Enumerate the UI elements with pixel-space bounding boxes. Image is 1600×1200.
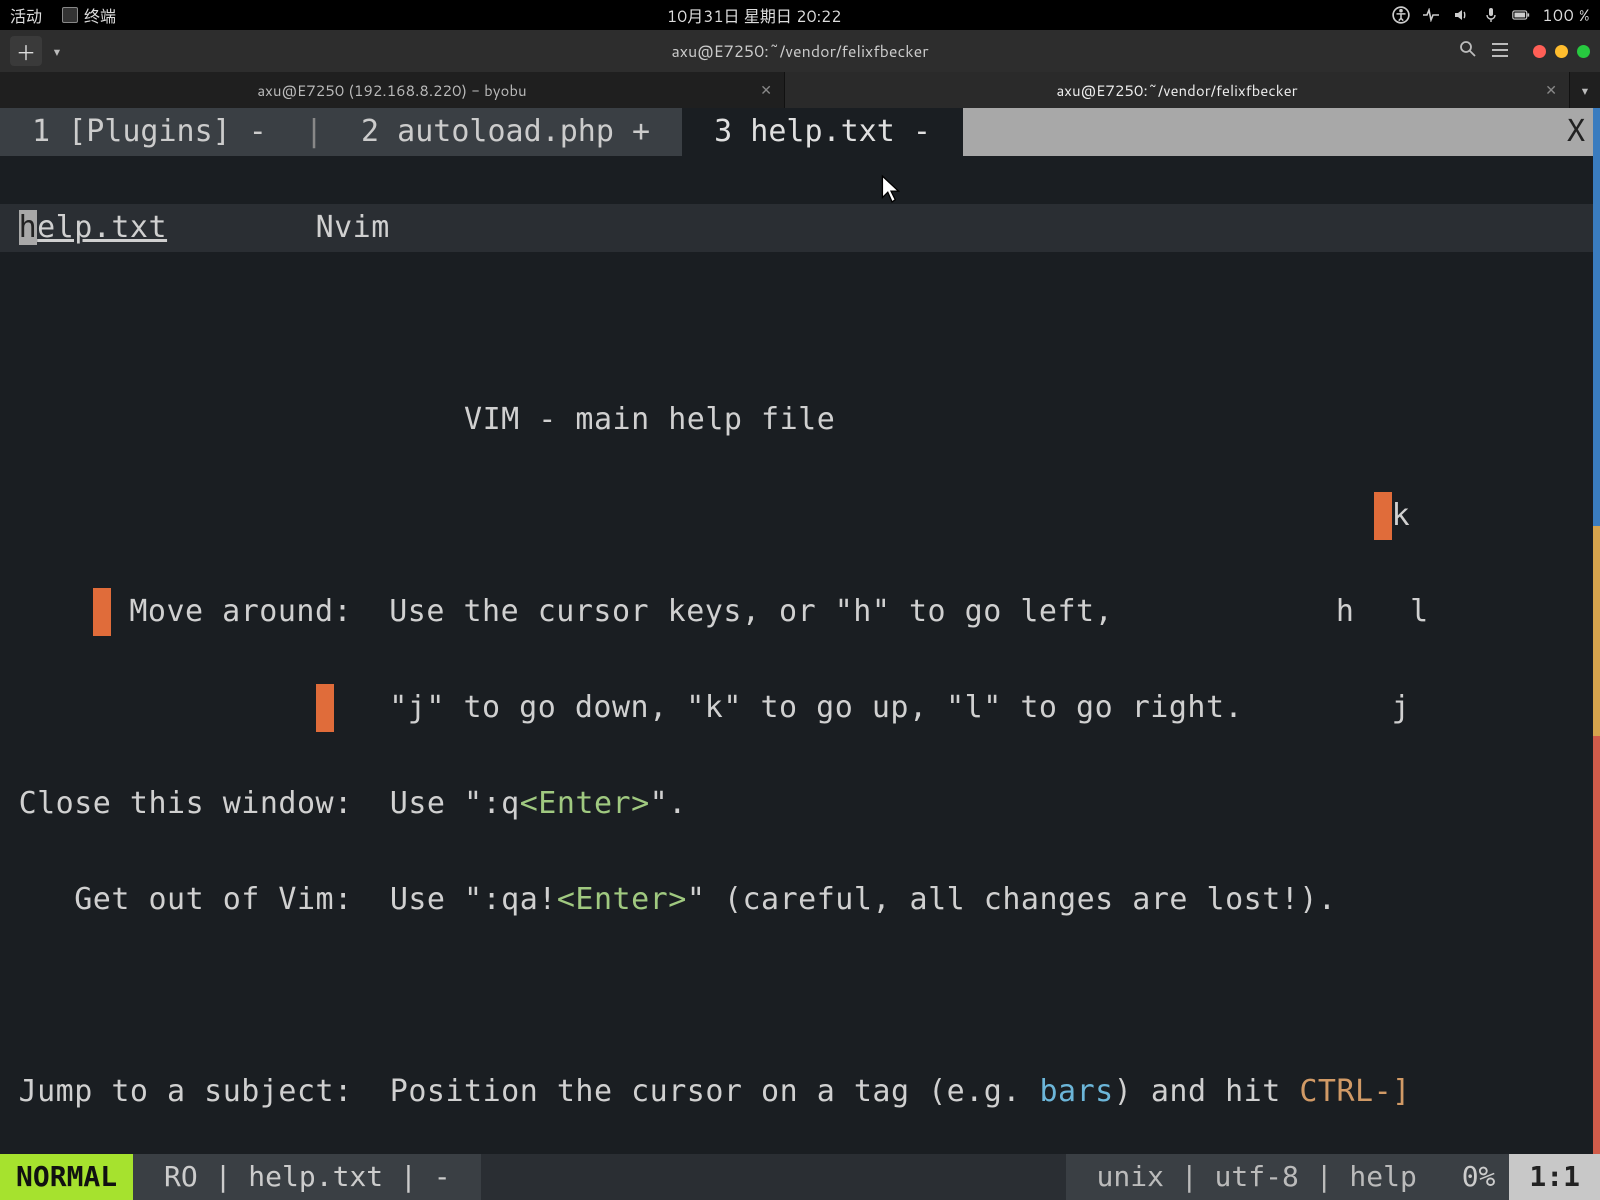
ctrl-bracket-key: CTRL-] xyxy=(1299,1074,1410,1109)
filename-line: help.txt Nvim xyxy=(0,204,1600,252)
get-out-label: Get out of Vim: xyxy=(74,882,352,917)
new-tab-button[interactable]: ＋ xyxy=(10,36,42,66)
nav-h: h xyxy=(1336,594,1355,629)
vim-tabline: 1 [Plugins] - | 2 autoload.php + 3 help.… xyxy=(0,108,1600,156)
enter-key: <Enter> xyxy=(520,786,650,821)
vim-tab-3[interactable]: 3 help.txt - xyxy=(682,108,963,156)
maximize-window-button[interactable] xyxy=(1577,45,1590,58)
terminal-app-icon xyxy=(62,7,78,23)
minimap-seg-blue xyxy=(1593,108,1600,526)
terminal-tab-1-label: axu@E7250 (192.168.8.220) - byobu xyxy=(257,80,526,101)
get-out-suffix: " (careful, all changes are lost!). xyxy=(687,882,1337,917)
current-app-label: 终端 xyxy=(84,3,116,28)
move-around-label: Move around: xyxy=(129,594,352,629)
minimap-seg-red xyxy=(1593,736,1600,1154)
terminal-tab-bar: axu@E7250 (192.168.8.220) - byobu ✕ axu@… xyxy=(0,72,1600,108)
terminal-tab-2-label: axu@E7250:~/vendor/felixfbecker xyxy=(1056,80,1297,101)
hamburger-menu-icon[interactable] xyxy=(1491,42,1509,61)
mic-icon[interactable] xyxy=(1482,6,1500,24)
editor-name: Nvim xyxy=(316,210,390,245)
buffer-content: help.txt Nvim VIM - main help file |k | … xyxy=(0,156,1600,1200)
volume-icon[interactable] xyxy=(1452,6,1470,24)
conceal-marker: | xyxy=(316,684,334,732)
jump-subject-text-2: ) and hit xyxy=(1114,1074,1300,1109)
editor-viewport[interactable]: 1 [Plugins] - | 2 autoload.php + 3 help.… xyxy=(0,108,1600,1200)
move-around-text: Use the cursor keys, or "h" to go left, xyxy=(389,594,1113,629)
network-icon[interactable] xyxy=(1422,6,1440,24)
mode-indicator: NORMAL xyxy=(0,1154,133,1200)
statusline-file: RO | help.txt | - xyxy=(133,1154,481,1200)
enter-key-2: <Enter> xyxy=(557,882,687,917)
system-tray[interactable]: 100 % xyxy=(1392,4,1590,27)
close-window-label: Close this window: xyxy=(19,786,353,821)
bars-tag: bars xyxy=(1039,1074,1113,1109)
activities-button[interactable]: 活动 xyxy=(10,3,42,28)
statusline-filler xyxy=(481,1154,1065,1200)
minimize-window-button[interactable] xyxy=(1555,45,1568,58)
move-around-text-2: "j" to go down, "k" to go up, "l" to go … xyxy=(389,690,1243,725)
new-tab-dropdown[interactable]: ▾ xyxy=(48,36,66,66)
get-out-text: Use ":qa! xyxy=(390,882,557,917)
terminal-tab-1[interactable]: axu@E7250 (192.168.8.220) - byobu ✕ xyxy=(0,72,785,108)
close-window-button[interactable] xyxy=(1533,45,1546,58)
gnome-top-bar: 活动 终端 10月31日 星期日 20:22 100 % xyxy=(0,0,1600,30)
accessibility-icon[interactable] xyxy=(1392,6,1410,24)
conceal-marker: | xyxy=(1374,492,1392,540)
vim-statusline: NORMAL RO | help.txt | - unix | utf-8 | … xyxy=(0,1154,1600,1200)
terminal-toolbar: ＋ ▾ axu@E7250:~/vendor/felixfbecker xyxy=(0,30,1600,72)
conceal-marker: | xyxy=(93,588,111,636)
window-title: axu@E7250:~/vendor/felixfbecker xyxy=(0,40,1600,63)
statusline-position: 1:1 xyxy=(1509,1154,1600,1200)
close-tab-2-icon[interactable]: ✕ xyxy=(1545,80,1557,100)
tab-overflow-button[interactable]: ▾ xyxy=(1570,72,1600,108)
jump-subject-text: Position the cursor on a tag (e.g. xyxy=(390,1074,1040,1109)
battery-icon[interactable] xyxy=(1512,6,1530,24)
nav-l: l xyxy=(1410,594,1429,629)
statusline-fileinfo: unix | utf-8 | help xyxy=(1066,1154,1448,1200)
nav-k: k xyxy=(1392,498,1411,533)
close-tab-1-icon[interactable]: ✕ xyxy=(760,80,772,100)
vim-tab-1[interactable]: 1 [Plugins] - xyxy=(0,108,299,156)
cursor: h xyxy=(19,210,38,245)
vim-tab-separator: | xyxy=(299,108,329,156)
minimap-seg-yellow xyxy=(1593,526,1600,735)
statusline-percent: 0% xyxy=(1448,1154,1510,1200)
close-window-text: Use ":q xyxy=(390,786,520,821)
scrollbar-minimap[interactable] xyxy=(1593,108,1600,1154)
terminal-tab-2[interactable]: axu@E7250:~/vendor/felixfbecker ✕ xyxy=(785,72,1570,108)
vim-tabline-filler xyxy=(963,108,1552,156)
clock[interactable]: 10月31日 星期日 20:22 xyxy=(116,3,1392,28)
search-icon[interactable] xyxy=(1459,40,1477,62)
jump-subject-label: Jump to a subject: xyxy=(19,1074,353,1109)
help-filename: elp.txt xyxy=(37,210,167,245)
window-controls xyxy=(1533,45,1590,58)
battery-percent: 100 % xyxy=(1542,4,1590,27)
nav-j: j xyxy=(1392,690,1411,725)
help-title: VIM - main help file xyxy=(464,402,835,437)
current-app[interactable]: 终端 xyxy=(62,3,116,28)
vim-tab-2[interactable]: 2 autoload.php + xyxy=(329,108,682,156)
close-window-suffix: ". xyxy=(650,786,687,821)
